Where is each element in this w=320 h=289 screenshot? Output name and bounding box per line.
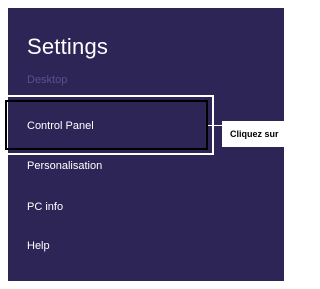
tutorial-callout: Cliquez sur [222,121,284,147]
menu-item-control-panel[interactable]: Control Panel [27,120,94,132]
page-title: Settings [27,34,109,59]
menu-item-pc-info[interactable]: PC info [27,201,63,213]
section-subtitle-desktop: Desktop [27,74,68,86]
menu-item-help[interactable]: Help [27,240,50,252]
menu-item-personalisation[interactable]: Personalisation [27,160,102,172]
callout-text: Cliquez sur [230,129,279,139]
